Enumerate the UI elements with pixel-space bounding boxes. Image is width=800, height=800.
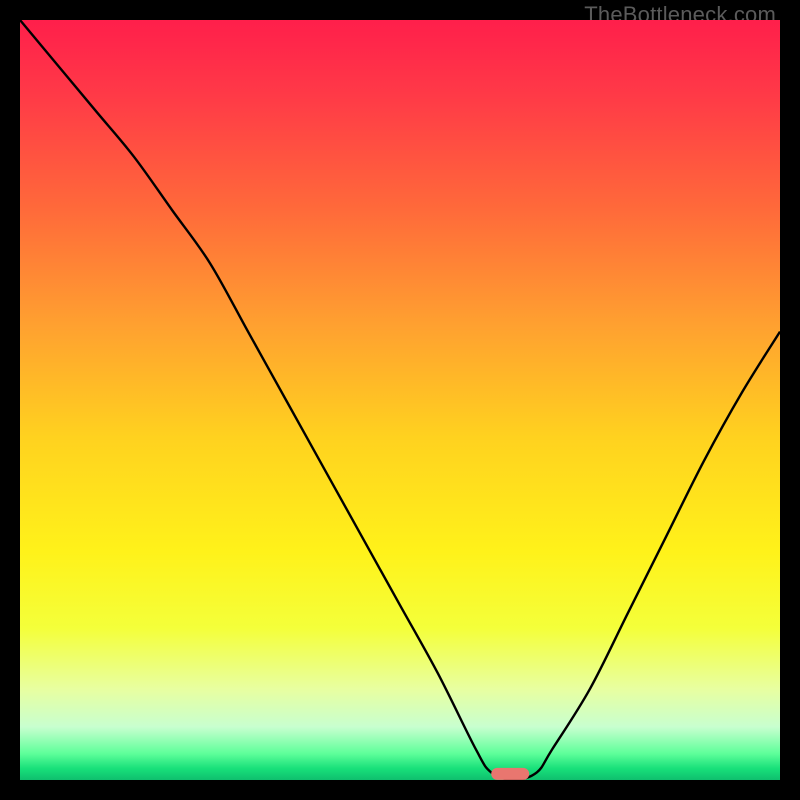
gradient-background bbox=[20, 20, 780, 780]
optimal-marker bbox=[491, 768, 529, 780]
chart-frame bbox=[20, 20, 780, 780]
bottleneck-chart bbox=[20, 20, 780, 780]
